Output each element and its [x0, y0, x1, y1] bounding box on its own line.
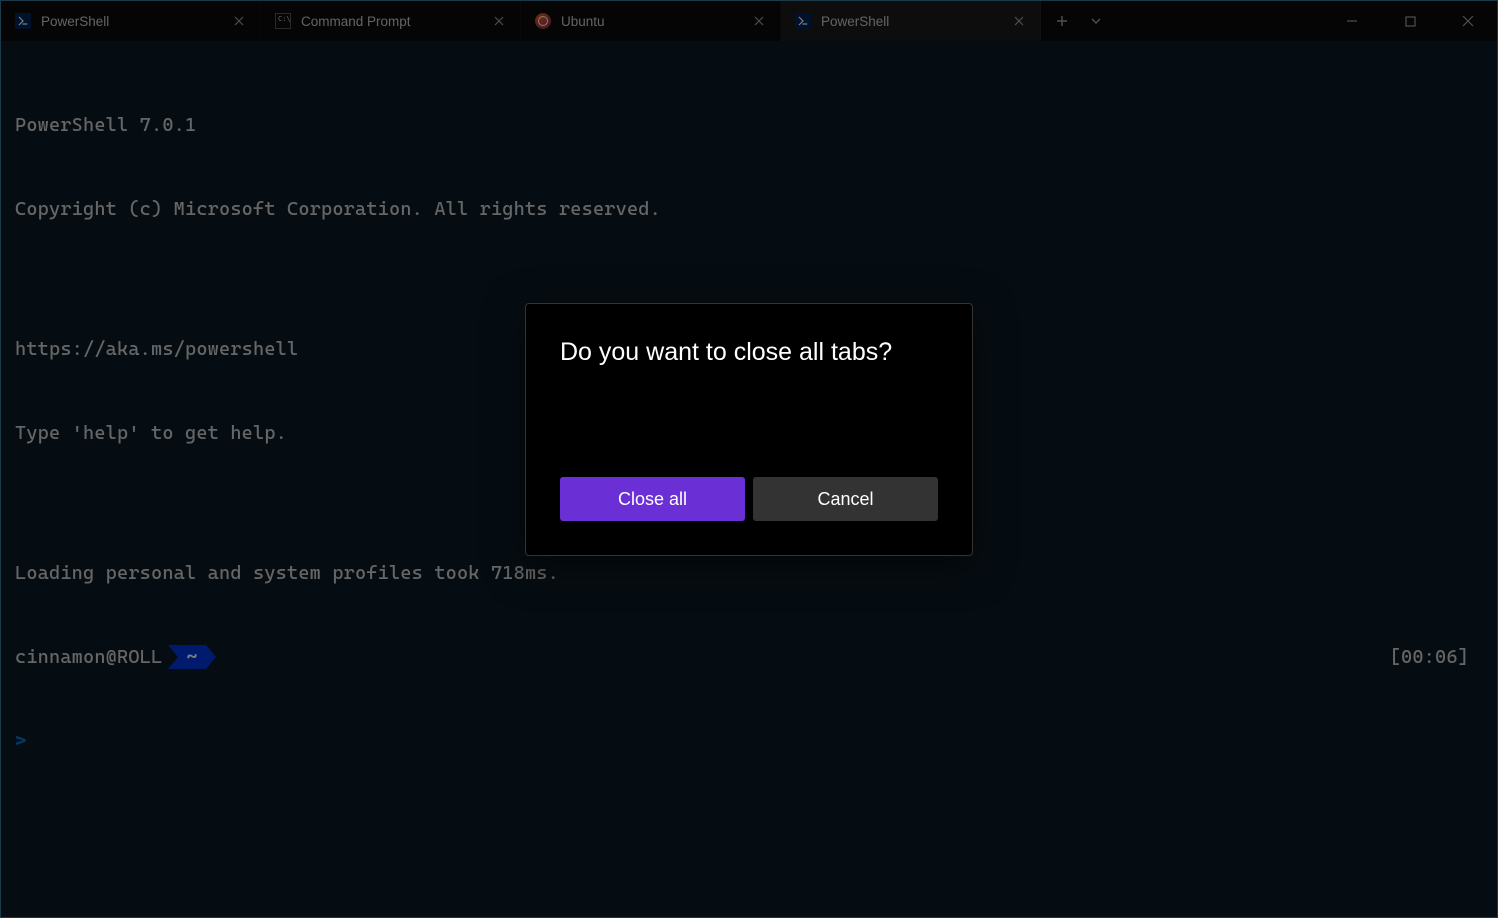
- close-tabs-dialog: Do you want to close all tabs? Close all…: [525, 303, 973, 556]
- cancel-button[interactable]: Cancel: [753, 477, 938, 521]
- dialog-title: Do you want to close all tabs?: [560, 338, 938, 367]
- dialog-button-row: Close all Cancel: [560, 477, 938, 521]
- close-all-button[interactable]: Close all: [560, 477, 745, 521]
